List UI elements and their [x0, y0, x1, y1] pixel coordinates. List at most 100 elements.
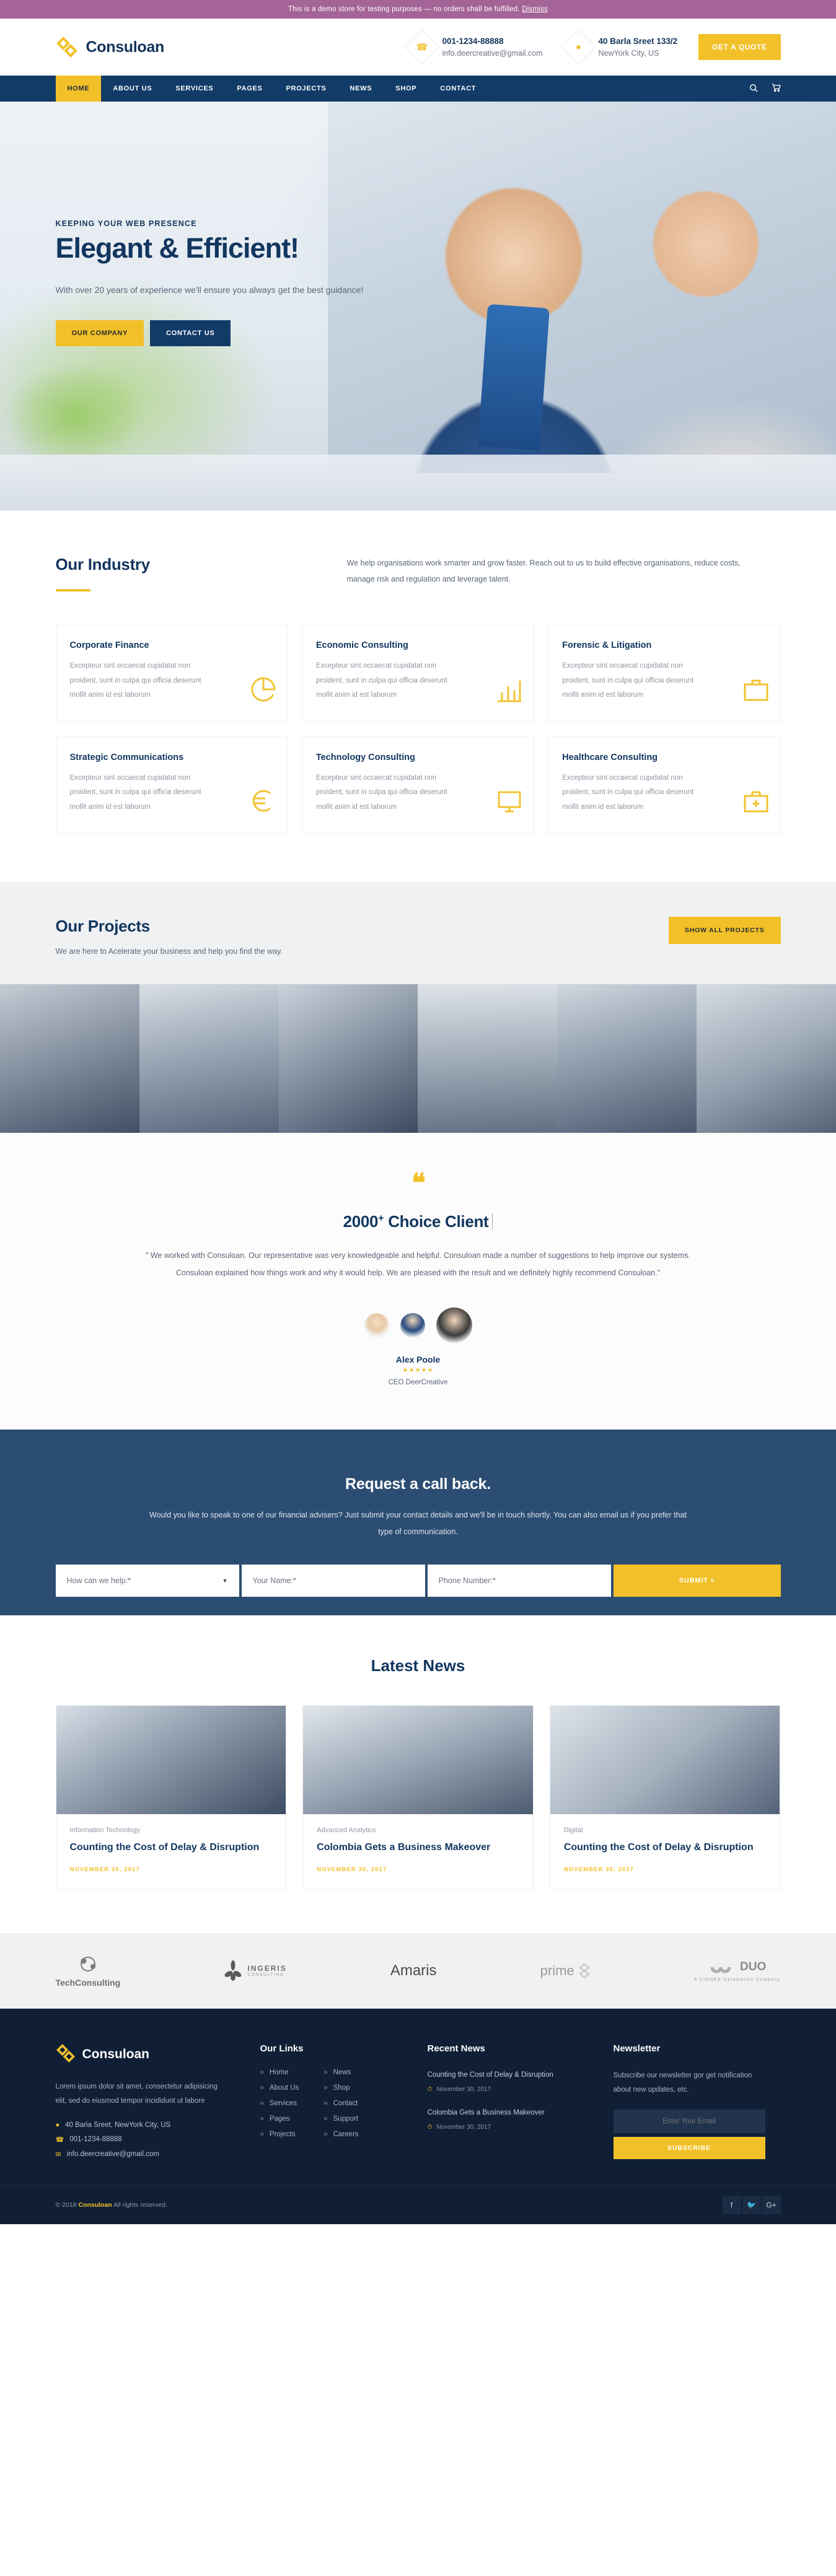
industry-card[interactable]: Forensic & Litigation Excepteur sint occ… [548, 624, 781, 722]
footer-phone-row: ☎ 001-1234-88888 [56, 2136, 260, 2144]
testimonial-author: Alex Poole [395, 1355, 441, 1365]
footer-news-item: Colombia Gets a Business Makeover ⏱ Novem… [428, 2107, 614, 2131]
card-text: Excepteur sint occaecat cupidatat non pr… [69, 662, 201, 699]
news-headline[interactable]: Colombia Gets a Business Makeover [317, 1840, 519, 1854]
avatar-active[interactable] [436, 1308, 472, 1344]
project-thumbnail[interactable] [278, 984, 418, 1133]
client-count-rest: Choice Client [384, 1212, 489, 1231]
footer-link-news[interactable]: News [323, 2069, 358, 2076]
show-all-projects-button[interactable]: SHOW ALL PROJECTS [668, 917, 781, 945]
nav-item-home[interactable]: HOME [55, 76, 102, 102]
site-header: Consuloan ☎ 001-1234-88888 info.deercrea… [0, 19, 836, 76]
footer-news-title[interactable]: Colombia Gets a Business Makeover [428, 2107, 570, 2119]
nav-item-about-us[interactable]: ABOUT US [101, 76, 164, 102]
footer-link-shop[interactable]: Shop [323, 2084, 358, 2092]
footer-link-projects[interactable]: Projects [260, 2131, 299, 2138]
industry-card[interactable]: Economic Consulting Excepteur sint occae… [301, 624, 535, 722]
industry-title: Our Industry [55, 555, 151, 574]
twitter-icon[interactable]: 🐦 [742, 2195, 761, 2214]
industry-card[interactable]: Strategic Communications Excepteur sint … [55, 735, 288, 834]
clock-icon: ⏱ [427, 2123, 433, 2131]
dismiss-link[interactable]: Dismiss [522, 6, 548, 13]
card-title: Forensic & Litigation [562, 640, 652, 650]
client-logo-duo[interactable]: DUO A CIGNEX Datamatics Company [694, 1959, 781, 1982]
newsletter-email-input[interactable] [613, 2109, 765, 2133]
brand-logo[interactable]: Consuloan [56, 36, 164, 58]
avatar[interactable] [400, 1313, 425, 1338]
google-plus-icon[interactable]: G+ [762, 2195, 781, 2214]
footer-link-home[interactable]: Home [260, 2069, 299, 2076]
demo-store-banner: This is a demo store for testing purpose… [0, 0, 836, 19]
project-thumbnail[interactable] [0, 984, 139, 1133]
footer-email-row: ✉ info.deercreative@gmail.com [56, 2150, 260, 2159]
our-industry-section: Our Industry We help organisations work … [0, 510, 836, 858]
footer-recent-news-column: Recent News Counting the Cost of Delay &… [428, 2043, 614, 2159]
footer-contact-list: ● 40 Baria Sreet, NewYork City, US ☎ 001-1… [56, 2121, 260, 2159]
demo-banner-text: This is a demo store for testing purpose… [288, 6, 520, 13]
nav-item-services[interactable]: SERVICES [164, 76, 225, 102]
footer-about-text: Lorem ipsum dolor sit amet, consectetur … [55, 2082, 218, 2105]
news-card[interactable]: Information Technology Counting the Cost… [55, 1705, 287, 1890]
header-address-line1: 40 Barla Sreet 133/2 [598, 37, 678, 46]
footer-link-about-us[interactable]: About Us [260, 2084, 299, 2092]
footer-brand[interactable]: Consuloan [56, 2043, 260, 2066]
brand-name: Consuloan [86, 38, 165, 56]
phone-icon: ☎ [55, 2136, 64, 2144]
search-icon[interactable] [749, 84, 758, 94]
client-logo-ingeris[interactable]: INGERIS CONSULTING [224, 1960, 286, 1981]
project-thumbnail[interactable] [139, 984, 279, 1133]
nav-item-news[interactable]: NEWS [338, 76, 384, 102]
news-card[interactable]: Digital Counting the Cost of Delay & Dis… [549, 1705, 781, 1890]
briefcase-icon [742, 675, 770, 707]
nav-item-pages[interactable]: PAGES [225, 76, 274, 102]
how-can-we-help-select[interactable]: How can we help:* ▼ [55, 1564, 239, 1597]
copyright: © 2018 Consuloan All rights reserved. [56, 2201, 167, 2209]
our-company-button[interactable]: OUR COMPANY [55, 320, 144, 346]
chevron-down-icon: ▼ [222, 1577, 228, 1584]
industry-card[interactable]: Healthcare Consulting Excepteur sint occ… [548, 735, 781, 834]
subscribe-button[interactable]: SUBSCRIBE [613, 2136, 765, 2159]
project-thumbnail[interactable] [697, 984, 836, 1133]
footer-email: info.deercreative@gmail.com [66, 2150, 159, 2159]
header-address-line2: NewYork City, US [598, 48, 659, 58]
card-title: Economic Consulting [315, 640, 408, 650]
footer-link-contact[interactable]: Contact [323, 2100, 358, 2107]
medical-case-icon [742, 787, 770, 818]
contact-us-button[interactable]: CONTACT US [150, 320, 231, 346]
nav-item-projects[interactable]: PROJECTS [275, 76, 338, 102]
nav-item-shop[interactable]: SHOP [384, 76, 428, 102]
your-name-input[interactable]: Your Name:* [241, 1564, 425, 1597]
news-card[interactable]: Advanced Analytics Colombia Gets a Busin… [302, 1705, 534, 1890]
submit-button[interactable]: SUBMIT » [613, 1564, 781, 1597]
nav-item-contact[interactable]: CONTACT [428, 76, 488, 102]
project-thumbnail[interactable] [418, 984, 558, 1133]
get-a-quote-button[interactable]: GET A QUOTE [698, 34, 781, 60]
news-headline[interactable]: Counting the Cost of Delay & Disruption [70, 1840, 273, 1854]
footer-news-title[interactable]: Counting the Cost of Delay & Disruption [428, 2069, 570, 2081]
footer-news-heading: Recent News [427, 2043, 485, 2054]
nav-list: HOME ABOUT US SERVICES PAGES PROJECTS NE… [55, 76, 488, 102]
card-text: Excepteur sint occaecat cupidatat non pr… [315, 774, 447, 811]
client-logo-techconsulting[interactable]: TechConsulting [56, 1954, 120, 1988]
industry-card[interactable]: Corporate Finance Excepteur sint occaeca… [55, 624, 288, 722]
testimonial-body: " We worked with Consuloan. Our represen… [146, 1251, 690, 1277]
phone-number-input[interactable]: Phone Number:* [427, 1564, 611, 1597]
facebook-icon[interactable]: f [722, 2195, 741, 2214]
news-headline[interactable]: Counting the Cost of Delay & Disruption [564, 1840, 767, 1854]
footer-link-pages[interactable]: Pages [260, 2115, 299, 2123]
client-logo-prime[interactable]: prime [540, 1963, 591, 1979]
footer-link-support[interactable]: Support [323, 2115, 358, 2123]
typing-caret [492, 1213, 493, 1230]
industry-card[interactable]: Technology Consulting Excepteur sint occ… [301, 735, 535, 834]
client-count: 2000 [343, 1212, 379, 1231]
footer-link-careers[interactable]: Careers [323, 2131, 359, 2138]
avatar[interactable] [364, 1313, 389, 1338]
cart-icon[interactable] [772, 83, 781, 94]
footer-link-services[interactable]: Services [260, 2100, 299, 2107]
logo-icon [56, 36, 78, 58]
news-category: Digital [563, 1827, 583, 1835]
client-subtitle: CONSULTING [247, 1973, 284, 1978]
client-logos-strip: TechConsulting INGERIS CONSULTING Amaris… [0, 1932, 836, 2009]
client-logo-amaris[interactable]: Amaris [390, 1962, 437, 1980]
project-thumbnail[interactable] [557, 984, 697, 1133]
